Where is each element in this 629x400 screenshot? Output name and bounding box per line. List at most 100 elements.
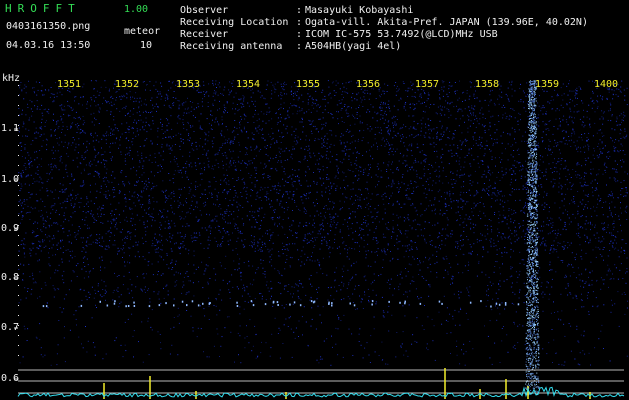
- noise-pixel: [160, 248, 162, 250]
- noise-pixel: [501, 340, 503, 342]
- noise-pixel: [248, 160, 250, 162]
- noise-pixel: [618, 325, 620, 327]
- noise-pixel: [487, 167, 489, 169]
- noise-pixel: [228, 89, 230, 91]
- noise-pixel: [397, 258, 399, 260]
- noise-pixel: [291, 158, 293, 160]
- noise-pixel: [356, 222, 358, 224]
- noise-pixel: [529, 227, 531, 229]
- noise-pixel: [581, 299, 583, 301]
- noise-pixel: [141, 191, 143, 193]
- noise-pixel: [479, 112, 481, 114]
- noise-pixel: [199, 234, 201, 236]
- noise-pixel: [75, 234, 77, 236]
- noise-pixel: [93, 112, 95, 114]
- noise-pixel: [588, 311, 590, 313]
- noise-pixel: [414, 181, 416, 182]
- noise-pixel: [405, 350, 407, 352]
- noise-pixel: [237, 253, 239, 255]
- noise-pixel: [163, 217, 165, 219]
- noise-pixel: [363, 129, 365, 131]
- noise-pixel: [243, 128, 245, 130]
- noise-pixel: [577, 340, 579, 342]
- noise-pixel: [330, 113, 332, 114]
- noise-pixel: [351, 100, 353, 102]
- noise-pixel: [602, 123, 604, 125]
- noise-pixel: [251, 284, 253, 286]
- noise-pixel: [115, 222, 117, 224]
- noise-pixel: [453, 154, 455, 156]
- noise-pixel: [597, 101, 599, 103]
- noise-pixel: [407, 247, 409, 249]
- noise-pixel: [542, 291, 544, 293]
- noise-pixel: [378, 180, 380, 182]
- noise-pixel: [530, 321, 532, 323]
- noise-pixel: [387, 249, 389, 251]
- noise-pixel: [576, 233, 578, 235]
- noise-pixel: [61, 191, 63, 193]
- noise-pixel: [178, 205, 180, 207]
- noise-pixel: [392, 137, 394, 139]
- noise-pixel: [472, 108, 474, 110]
- noise-pixel: [226, 157, 228, 159]
- noise-pixel: [182, 155, 184, 157]
- noise-pixel: [388, 100, 390, 102]
- noise-pixel: [525, 95, 527, 97]
- noise-pixel: [229, 222, 231, 224]
- noise-pixel: [99, 108, 101, 110]
- noise-pixel: [214, 188, 216, 190]
- noise-pixel: [256, 180, 258, 182]
- noise-pixel: [95, 119, 97, 121]
- noise-pixel: [157, 331, 159, 333]
- noise-pixel: [133, 132, 134, 134]
- noise-pixel: [540, 230, 542, 232]
- noise-pixel: [460, 217, 462, 219]
- noise-pixel: [79, 228, 81, 229]
- noise-pixel: [409, 87, 411, 89]
- noise-pixel: [140, 119, 142, 121]
- noise-pixel: [589, 285, 591, 286]
- noise-pixel: [411, 143, 413, 145]
- noise-pixel: [198, 232, 200, 234]
- noise-pixel: [119, 190, 121, 192]
- noise-pixel: [105, 86, 107, 88]
- noise-pixel: [271, 118, 273, 120]
- noise-pixel: [396, 91, 398, 93]
- noise-pixel: [282, 253, 284, 255]
- noise-pixel: [464, 108, 466, 110]
- noise-pixel: [583, 109, 584, 111]
- noise-pixel: [46, 180, 48, 182]
- noise-pixel: [347, 225, 349, 227]
- noise-pixel: [365, 257, 367, 259]
- noise-pixel: [297, 136, 299, 138]
- noise-pixel: [95, 105, 97, 107]
- noise-pixel: [143, 187, 145, 189]
- noise-pixel: [271, 287, 273, 289]
- noise-pixel: [99, 234, 101, 235]
- noise-pixel: [409, 290, 411, 292]
- noise-pixel: [171, 137, 172, 139]
- noise-pixel: [271, 265, 273, 267]
- noise-pixel: [367, 250, 369, 252]
- noise-pixel: [374, 138, 376, 140]
- noise-pixel: [177, 116, 179, 118]
- noise-pixel: [84, 266, 86, 267]
- noise-pixel: [233, 162, 234, 164]
- noise-pixel: [484, 153, 486, 155]
- noise-pixel: [394, 245, 395, 246]
- noise-pixel: [552, 222, 554, 224]
- noise-pixel: [446, 258, 448, 260]
- noise-pixel: [439, 98, 441, 100]
- noise-pixel: [195, 169, 197, 170]
- noise-pixel: [413, 120, 415, 122]
- noise-pixel: [359, 205, 361, 207]
- noise-pixel: [504, 251, 506, 253]
- noise-pixel: [512, 156, 514, 158]
- noise-pixel: [335, 343, 337, 345]
- noise-pixel: [393, 183, 395, 185]
- noise-pixel: [497, 298, 499, 300]
- noise-pixel: [129, 232, 131, 234]
- noise-pixel: [284, 248, 286, 250]
- noise-pixel: [116, 137, 118, 139]
- noise-pixel: [171, 128, 173, 130]
